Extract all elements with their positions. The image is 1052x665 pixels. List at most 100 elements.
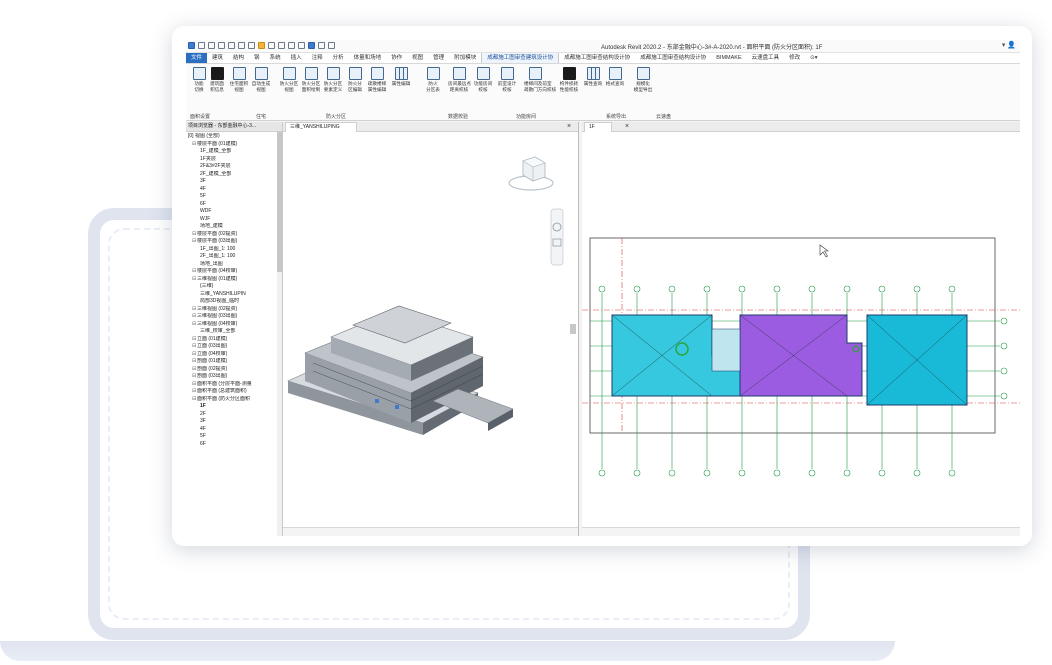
- browser-tree-item[interactable]: [0] 视图 (全部): [186, 133, 282, 141]
- ribbon-tab-2[interactable]: 结构: [228, 53, 249, 63]
- 3d-view-icon[interactable]: [298, 42, 305, 49]
- thin-lines-icon[interactable]: [318, 42, 325, 49]
- browser-tree-item[interactable]: 2F: [186, 411, 282, 419]
- browser-tree-item[interactable]: ⊟三维视图 (03出图): [186, 313, 282, 321]
- ribbon-button-1[interactable]: 建筑面 积信息: [206, 67, 228, 92]
- ribbon-tab-1[interactable]: 建筑: [207, 53, 228, 63]
- browser-tree-item[interactable]: 4F: [186, 426, 282, 434]
- browser-tree-item[interactable]: ⊟楼层平面 (03出图): [186, 238, 282, 246]
- browser-tree-item[interactable]: 局部3D视图_临时: [186, 298, 282, 306]
- view-3d[interactable]: 三维_YANSHILUPING ×: [283, 122, 579, 536]
- browser-tree-item[interactable]: ⊟面积平面 (分层平面-测量: [186, 381, 282, 389]
- ribbon-tab-18[interactable]: 修改: [784, 53, 805, 63]
- redo-icon[interactable]: [238, 42, 245, 49]
- ribbon-tab-0[interactable]: 文件: [186, 53, 208, 63]
- view-floor-plan[interactable]: 1F ×: [582, 122, 1020, 536]
- browser-tree-item[interactable]: 3F: [186, 418, 282, 426]
- ribbon-tab-4[interactable]: 系统: [265, 53, 286, 63]
- ribbon-button-14[interactable]: 楼梯间及前室 疏散门方向校核: [524, 67, 556, 92]
- section-icon[interactable]: [308, 42, 315, 49]
- ribbon-button-18[interactable]: 规模化 模型导出: [632, 67, 654, 92]
- browser-tree-item[interactable]: ⊟三维视图 (01建模): [186, 276, 282, 284]
- browser-tree-item[interactable]: ⊟面积平面 (防火分区面积: [186, 396, 282, 404]
- browser-tree-item[interactable]: ⊟剖面 (03出图): [186, 373, 282, 381]
- dimension-icon[interactable]: [268, 42, 275, 49]
- browser-tree-item[interactable]: 6F: [186, 201, 282, 209]
- browser-tree-item[interactable]: 2F&3#2F夹层: [186, 163, 282, 171]
- ribbon-button-2[interactable]: 住宅面积 视图: [228, 67, 250, 92]
- browser-tree-item[interactable]: ⊟面积平面 (总建筑面积): [186, 388, 282, 396]
- browser-tree-item[interactable]: 1F_建模_全部: [186, 148, 282, 156]
- browser-tree-item[interactable]: WJF: [186, 216, 282, 224]
- ribbon-button-8[interactable]: 疏散楼梯 属性编辑: [366, 67, 388, 92]
- ribbon-tab-6[interactable]: 注释: [307, 53, 328, 63]
- ribbon-tab-10[interactable]: 视图: [407, 53, 428, 63]
- browser-tree-item[interactable]: 6F: [186, 441, 282, 449]
- browser-tree-item[interactable]: ⊟立面 (01建模): [186, 336, 282, 344]
- ribbon-tab-8[interactable]: 体量和场地: [349, 53, 387, 63]
- ribbon-tab-12[interactable]: 附加模块: [449, 53, 481, 63]
- ribbon-button-9[interactable]: 属性编辑: [390, 67, 412, 87]
- window-controls[interactable]: ▾ 👤: [1002, 41, 1016, 49]
- switch-windows-icon[interactable]: [328, 42, 335, 49]
- tag-icon[interactable]: [278, 42, 285, 49]
- ribbon-button-12[interactable]: 功能房间 校核: [472, 67, 494, 92]
- close-3d-view-icon[interactable]: ×: [567, 122, 571, 131]
- browser-tree-item[interactable]: 三维_YANSHILUPIN: [186, 291, 282, 299]
- browser-tree-item[interactable]: ⊟剖面 (02提资): [186, 366, 282, 374]
- ribbon-tab-13[interactable]: 成都施工图审查建筑设计协: [481, 53, 560, 63]
- browser-scrollbar-thumb[interactable]: [277, 132, 282, 272]
- ribbon-tab-15[interactable]: 成都施工图审查结构设计协: [635, 53, 711, 63]
- browser-tree-item[interactable]: 1F夹层: [186, 156, 282, 164]
- ribbon-tab-7[interactable]: 分析: [328, 53, 349, 63]
- ribbon-button-10[interactable]: 防火 分区表: [422, 67, 444, 92]
- ribbon-tab-5[interactable]: 插入: [286, 53, 307, 63]
- sync-icon[interactable]: [218, 42, 225, 49]
- browser-tree-item[interactable]: ⊟三维视图 (02提资): [186, 306, 282, 314]
- view-cube-icon[interactable]: [508, 156, 554, 191]
- browser-tree-item[interactable]: 场地_出图: [186, 261, 282, 269]
- ribbon-button-17[interactable]: 格式查询: [604, 67, 626, 87]
- ribbon-tab-14[interactable]: 成都施工图审查结构设计协: [559, 53, 635, 63]
- browser-tree-item[interactable]: 5F: [186, 433, 282, 441]
- browser-tree-item[interactable]: {三维}: [186, 283, 282, 291]
- browser-tree-item[interactable]: 1F: [186, 403, 282, 411]
- browser-tree-item[interactable]: 场地_建模: [186, 223, 282, 231]
- ribbon-button-13[interactable]: 前室设计 校核: [496, 67, 518, 92]
- undo-icon[interactable]: [228, 42, 235, 49]
- floor-plan-canvas[interactable]: [582, 131, 1020, 536]
- text-icon[interactable]: [288, 42, 295, 49]
- ribbon-button-16[interactable]: 属性查询: [582, 67, 604, 87]
- ribbon-button-7[interactable]: 防火分 区编辑: [344, 67, 366, 92]
- measure-icon[interactable]: [258, 42, 265, 49]
- browser-tree-item[interactable]: ⊟楼层平面 (04校审): [186, 268, 282, 276]
- ribbon-button-5[interactable]: 防火分区 面积绘制: [300, 67, 322, 92]
- ribbon-button-11[interactable]: 房间最远点 距离校核: [448, 67, 471, 92]
- ribbon-button-15[interactable]: 构件损耗 性能校核: [558, 67, 580, 92]
- view-3d-control-bar[interactable]: [283, 527, 578, 536]
- app-menu-icon[interactable]: [188, 42, 195, 49]
- ribbon-button-3[interactable]: 自动生成 视图: [250, 67, 272, 92]
- view-splitter-handle[interactable]: [570, 324, 576, 334]
- ribbon-tab-9[interactable]: 协作: [386, 53, 407, 63]
- browser-tree-item[interactable]: 1F_出图_1: 100: [186, 246, 282, 254]
- browser-tree-item[interactable]: 2F_出图_1: 100: [186, 253, 282, 261]
- browser-tree-item[interactable]: ⊟立面 (03出图): [186, 343, 282, 351]
- ribbon-tab-16[interactable]: BIMMAKE: [711, 53, 746, 63]
- save-icon[interactable]: [208, 42, 215, 49]
- ribbon-tab-17[interactable]: 云速盘工具: [747, 53, 785, 63]
- browser-tree-item[interactable]: 三维_校审_全部: [186, 328, 282, 336]
- ribbon-button-6[interactable]: 防火分区 要素定义: [322, 67, 344, 92]
- ribbon-tab-3[interactable]: 钢: [249, 53, 265, 63]
- ribbon-tab-11[interactable]: 管理: [428, 53, 449, 63]
- navigation-bar[interactable]: [550, 208, 564, 266]
- browser-tree-item[interactable]: ⊟楼层平面 (01建模): [186, 141, 282, 149]
- browser-tree-item[interactable]: ⊟三维视图 (04校审): [186, 321, 282, 329]
- ribbon-tab-19[interactable]: ⊙▾: [805, 53, 822, 63]
- browser-tree-item[interactable]: WDF: [186, 208, 282, 216]
- 3d-model-canvas[interactable]: [283, 131, 578, 536]
- browser-tree-item[interactable]: ⊟剖面 (01建模): [186, 358, 282, 366]
- view-plan-control-bar[interactable]: [582, 527, 1020, 536]
- open-icon[interactable]: [198, 42, 205, 49]
- browser-tree-item[interactable]: 4F: [186, 186, 282, 194]
